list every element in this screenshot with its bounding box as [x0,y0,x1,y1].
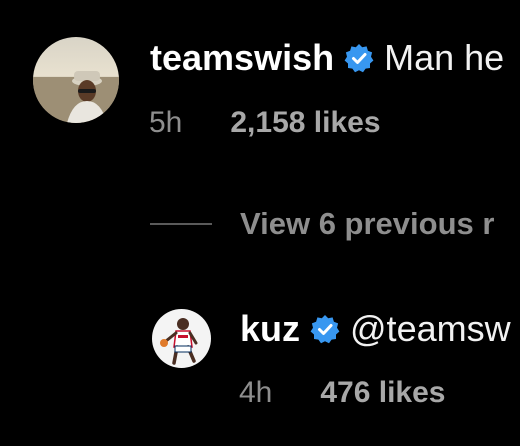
view-previous-replies[interactable]: View 6 previous r [150,202,494,246]
comment-meta: 5h 2,158 likes [149,103,381,143]
timestamp: 5h [149,106,183,139]
likes-count[interactable]: 476 likes [320,376,445,410]
likes-count[interactable]: 2,158 likes [230,106,380,140]
verified-badge-icon [310,314,340,344]
username[interactable]: teamswish [150,37,334,79]
timestamp: 4h [239,376,273,409]
comment-header: teamswish Man he [150,33,504,83]
verified-badge-icon [344,43,374,73]
avatar-kuz[interactable] [152,309,211,368]
comment-text: Man he [384,37,505,78]
replies-divider [150,223,212,225]
comment-text: @teamsw [350,308,511,349]
avatar-teamswish[interactable] [33,37,119,123]
comment-meta: 4h 476 likes [239,373,446,413]
comment-header: kuz @teamsw [240,304,511,354]
view-replies-link[interactable]: View 6 previous r [240,206,494,242]
username[interactable]: kuz [240,308,300,350]
